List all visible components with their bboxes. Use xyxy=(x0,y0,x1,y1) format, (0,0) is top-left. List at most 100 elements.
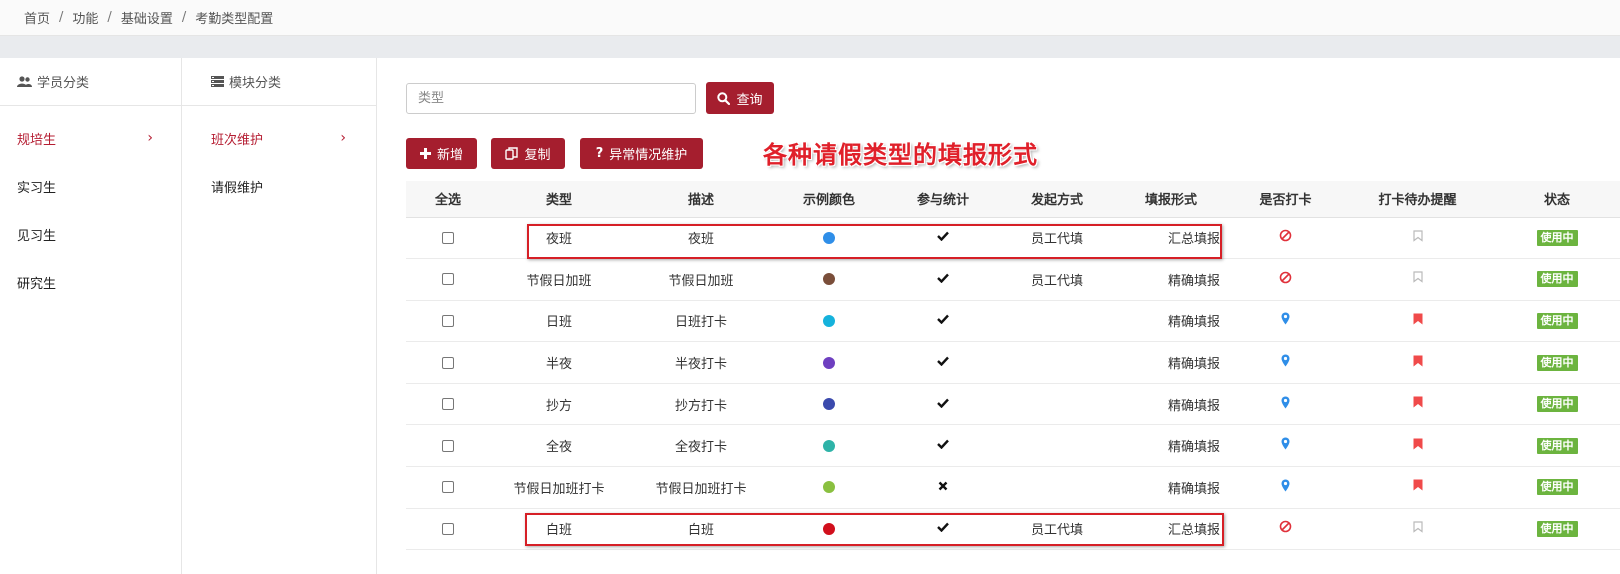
cell-fill-form: 精确填报 xyxy=(1112,341,1230,384)
student-category-panel: 学员分类 规培生 › 实习生 见习生 研究生 xyxy=(0,58,182,574)
color-dot xyxy=(823,273,835,286)
menu-item-trainee[interactable]: 见习生 xyxy=(0,210,181,258)
table-row[interactable]: 日班 日班打卡 精确填报 使用中 xyxy=(406,300,1620,343)
menu-item-label: 请假维护 xyxy=(211,180,264,196)
check-icon xyxy=(937,438,949,453)
check-icon xyxy=(937,521,949,536)
cell-description: 全夜打卡 xyxy=(628,424,774,468)
table-row[interactable]: 全夜 全夜打卡 精确填报 使用中 xyxy=(406,424,1620,468)
copy-button[interactable]: 复制 xyxy=(491,138,565,169)
row-checkbox[interactable] xyxy=(442,398,454,411)
cell-initiate-method xyxy=(1002,466,1112,509)
cell-type: 白班 xyxy=(490,508,628,551)
status-badge[interactable]: 使用中 xyxy=(1536,437,1578,454)
table-row[interactable]: 节假日加班打卡 节假日加班打卡 精确填报 使用中 xyxy=(406,466,1620,509)
bookmark-icon[interactable] xyxy=(1413,438,1423,454)
menu-item-leave-maintenance[interactable]: 请假维护 xyxy=(182,162,376,210)
cell-type: 节假日加班 xyxy=(490,258,628,301)
cell-description: 日班打卡 xyxy=(628,300,774,343)
menu-item-shift-maintenance[interactable]: 班次维护 › xyxy=(182,114,376,162)
cell-description: 半夜打卡 xyxy=(628,341,774,384)
menu-item-label: 见习生 xyxy=(17,228,57,244)
type-search-input[interactable] xyxy=(406,83,696,114)
status-badge[interactable]: 使用中 xyxy=(1536,520,1578,537)
table-row[interactable]: 夜班 夜班 员工代填 汇总填报 使用中 xyxy=(406,217,1620,260)
row-checkbox[interactable] xyxy=(442,522,454,535)
cell-initiate-method: 员工代填 xyxy=(1002,258,1112,301)
map-pin-icon xyxy=(1281,437,1290,454)
map-pin-icon xyxy=(1281,479,1290,496)
table-row[interactable]: 抄方 抄方打卡 精确填报 使用中 xyxy=(406,383,1620,426)
check-icon xyxy=(937,272,949,287)
status-badge[interactable]: 使用中 xyxy=(1536,271,1578,288)
header-description: 描述 xyxy=(628,181,774,218)
row-checkbox[interactable] xyxy=(442,439,454,452)
table-header-row: 全选 类型 描述 示例颜色 参与统计 发起方式 填报形式 是否打卡 打卡待办提醒… xyxy=(406,181,1620,218)
cell-type: 夜班 xyxy=(490,217,628,260)
bookmark-icon[interactable] xyxy=(1412,521,1423,537)
color-dot xyxy=(823,439,835,452)
student-category-title: 学员分类 xyxy=(37,76,90,91)
table-row[interactable]: 白班 白班 员工代填 汇总填报 使用中 xyxy=(406,508,1620,551)
cell-description: 节假日加班 xyxy=(628,258,774,301)
map-pin-icon xyxy=(1281,396,1290,413)
bookmark-icon[interactable] xyxy=(1413,355,1423,371)
ban-icon xyxy=(1279,271,1292,288)
bookmark-icon[interactable] xyxy=(1413,313,1423,329)
bookmark-icon[interactable] xyxy=(1413,396,1423,412)
status-badge[interactable]: 使用中 xyxy=(1536,312,1578,329)
map-pin-icon xyxy=(1281,312,1290,329)
color-dot xyxy=(823,231,835,244)
breadcrumb-function[interactable]: 功能 xyxy=(72,8,98,27)
plus-icon xyxy=(419,148,431,159)
table-row[interactable]: 节假日加班 节假日加班 员工代填 精确填报 使用中 xyxy=(406,258,1620,301)
ban-icon xyxy=(1279,229,1292,246)
status-badge[interactable]: 使用中 xyxy=(1536,479,1578,496)
chevron-right-icon: › xyxy=(340,130,346,146)
menu-item-graduate[interactable]: 研究生 xyxy=(0,258,181,306)
color-dot xyxy=(823,356,835,369)
status-badge[interactable]: 使用中 xyxy=(1536,229,1578,246)
exception-maintenance-button[interactable]: ? 异常情况维护 xyxy=(580,138,703,169)
search-button[interactable]: 查询 xyxy=(706,82,774,114)
breadcrumb-basic-settings[interactable]: 基础设置 xyxy=(121,8,173,27)
add-button-label: 新增 xyxy=(436,148,463,163)
menu-item-intern[interactable]: 实习生 xyxy=(0,162,181,210)
check-icon xyxy=(937,397,949,412)
row-checkbox[interactable] xyxy=(442,273,454,286)
header-select-all[interactable]: 全选 xyxy=(406,181,490,218)
breadcrumb-separator: / xyxy=(181,10,187,25)
ban-icon xyxy=(1279,520,1292,537)
row-checkbox[interactable] xyxy=(442,356,454,369)
header-statistics: 参与统计 xyxy=(884,181,1002,218)
module-category-panel: 模块分类 班次维护 › 请假维护 xyxy=(182,58,377,574)
breadcrumb-home[interactable]: 首页 xyxy=(24,8,50,27)
module-category-header: 模块分类 xyxy=(182,58,376,106)
annotation-text: 各种请假类型的填报形式 xyxy=(763,141,1038,169)
users-icon xyxy=(17,75,32,88)
bookmark-icon[interactable] xyxy=(1412,271,1423,287)
row-checkbox[interactable] xyxy=(442,231,454,244)
cell-type: 抄方 xyxy=(490,383,628,426)
cell-type: 半夜 xyxy=(490,341,628,384)
cell-initiate-method: 员工代填 xyxy=(1002,217,1112,260)
color-dot xyxy=(823,481,835,494)
copy-icon xyxy=(505,147,519,160)
check-icon xyxy=(937,230,949,245)
add-button[interactable]: 新增 xyxy=(406,138,477,169)
row-checkbox[interactable] xyxy=(442,481,454,494)
search-button-label: 查询 xyxy=(736,92,763,108)
cell-initiate-method xyxy=(1002,300,1112,343)
menu-item-guipei[interactable]: 规培生 › xyxy=(0,114,181,162)
bookmark-icon[interactable] xyxy=(1412,230,1423,246)
table-row[interactable]: 半夜 半夜打卡 精确填报 使用中 xyxy=(406,341,1620,384)
cell-type: 日班 xyxy=(490,300,628,343)
cell-fill-form: 汇总填报 xyxy=(1112,508,1230,551)
header-clock-reminder: 打卡待办提醒 xyxy=(1341,181,1494,218)
row-checkbox[interactable] xyxy=(442,314,454,327)
cell-fill-form: 汇总填报 xyxy=(1112,217,1230,260)
status-badge[interactable]: 使用中 xyxy=(1536,354,1578,371)
bookmark-icon[interactable] xyxy=(1413,479,1423,495)
status-badge[interactable]: 使用中 xyxy=(1536,396,1578,413)
main-panel: 查询 新增 复制 ? 异常情况维护 各种请假类型的填报形式 全选 xyxy=(377,58,1620,574)
